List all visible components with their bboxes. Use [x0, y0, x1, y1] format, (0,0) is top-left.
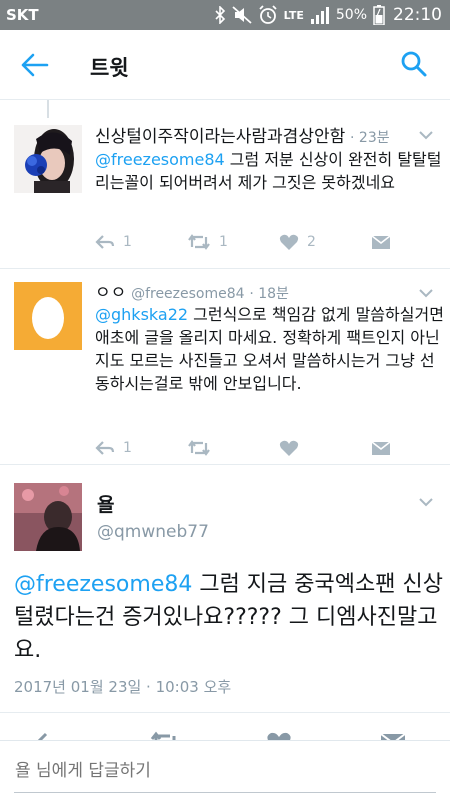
status-bar: SKT LTE 50% 22:10	[0, 0, 450, 30]
handle[interactable]: @freezesome84	[131, 286, 245, 302]
tweet-header: 신상털이주작이라는사람과겸상안함 · 23분	[95, 122, 390, 147]
avatar[interactable]	[14, 282, 82, 350]
like-count: 2	[307, 234, 316, 250]
reply-bar	[0, 740, 450, 800]
tweet-actions	[0, 728, 450, 740]
dm-button[interactable]	[371, 438, 391, 458]
battery-percent: 50%	[335, 7, 367, 23]
mute-icon	[232, 6, 252, 24]
chevron-down-icon[interactable]	[418, 288, 434, 298]
tweet-actions: 1 1 2	[95, 232, 395, 252]
envelope-icon	[371, 441, 391, 455]
display-name[interactable]: 욜	[97, 490, 114, 517]
avatar[interactable]	[14, 483, 82, 551]
app-bar: 트윗	[0, 30, 450, 100]
timestamp: · 18분	[249, 286, 289, 302]
envelope-icon	[371, 235, 391, 249]
display-name[interactable]: 신상털이주작이라는사람과겸상안함	[95, 127, 345, 147]
carrier-label: SKT	[6, 6, 39, 24]
heart-icon[interactable]	[266, 731, 292, 740]
like-button[interactable]	[279, 438, 299, 458]
reply-input-underline	[14, 792, 436, 793]
battery-icon	[373, 5, 385, 25]
clock: 22:10	[393, 5, 442, 25]
handle[interactable]: @qmwneb77	[97, 522, 209, 542]
chevron-down-icon[interactable]	[418, 497, 434, 507]
reply-input[interactable]	[15, 761, 435, 781]
heart-icon	[279, 440, 299, 456]
chevron-down-icon[interactable]	[418, 130, 434, 140]
status-icons: LTE 50% 22:10	[214, 5, 442, 25]
tweet-header: ㅇㅇ @freezesome84 · 18분	[95, 278, 289, 303]
reply-icon[interactable]	[36, 732, 62, 740]
tweet-1[interactable]: 신상털이주작이라는사람과겸상안함 · 23분 @freezesome84 그럼 …	[0, 100, 450, 268]
like-button[interactable]: 2	[279, 232, 316, 252]
search-icon	[401, 51, 427, 77]
reply-count: 1	[123, 234, 132, 250]
envelope-icon[interactable]	[380, 732, 406, 740]
mention-link[interactable]: @freezesome84	[14, 572, 192, 597]
tweet-text: @freezesome84 그럼 지금 중국엑소팬 신상털렸다는건 증거있나요?…	[14, 568, 444, 667]
search-button[interactable]	[400, 50, 428, 78]
timestamp: 2017년 01월 23일 · 10:03 오후	[14, 678, 232, 696]
reply-count: 1	[123, 440, 132, 456]
retweet-icon[interactable]	[150, 731, 180, 740]
retweet-icon	[188, 234, 210, 250]
timestamp: · 23분	[350, 130, 390, 146]
tweet-actions: 1	[95, 438, 395, 458]
mention-link[interactable]: @freezesome84	[95, 150, 225, 169]
reply-icon	[95, 441, 115, 455]
network-label: LTE	[283, 8, 304, 22]
dm-button[interactable]	[371, 232, 391, 252]
bluetooth-icon	[214, 6, 226, 24]
alarm-icon	[258, 5, 278, 25]
display-name[interactable]: ㅇㅇ	[95, 283, 126, 303]
divider	[0, 464, 450, 465]
signal-icon	[310, 6, 330, 24]
tweet-2[interactable]: ㅇㅇ @freezesome84 · 18분 @ghkska22 그런식으로 책…	[0, 268, 450, 464]
tweet-text: @freezesome84 그럼 저분 신상이 완전히 탈탈털리는꼴이 되어버려…	[95, 148, 445, 194]
retweet-button[interactable]	[187, 438, 211, 458]
tweet-text: @ghkska22 그런식으로 책임감 없게 말씀하실거면 애초에 글을 올리지…	[95, 303, 445, 395]
avatar[interactable]	[14, 125, 82, 193]
retweet-button[interactable]: 1	[187, 232, 228, 252]
reply-button[interactable]: 1	[95, 232, 132, 252]
retweet-count: 1	[219, 234, 228, 250]
arrow-left-icon	[21, 53, 49, 77]
page-title: 트윗	[90, 56, 129, 80]
back-button[interactable]	[20, 52, 50, 78]
mention-link[interactable]: @ghkska22	[95, 305, 188, 324]
reply-icon	[95, 235, 115, 249]
reply-button[interactable]: 1	[95, 438, 132, 458]
heart-icon	[279, 234, 299, 250]
divider	[0, 712, 450, 713]
retweet-icon	[188, 440, 210, 456]
